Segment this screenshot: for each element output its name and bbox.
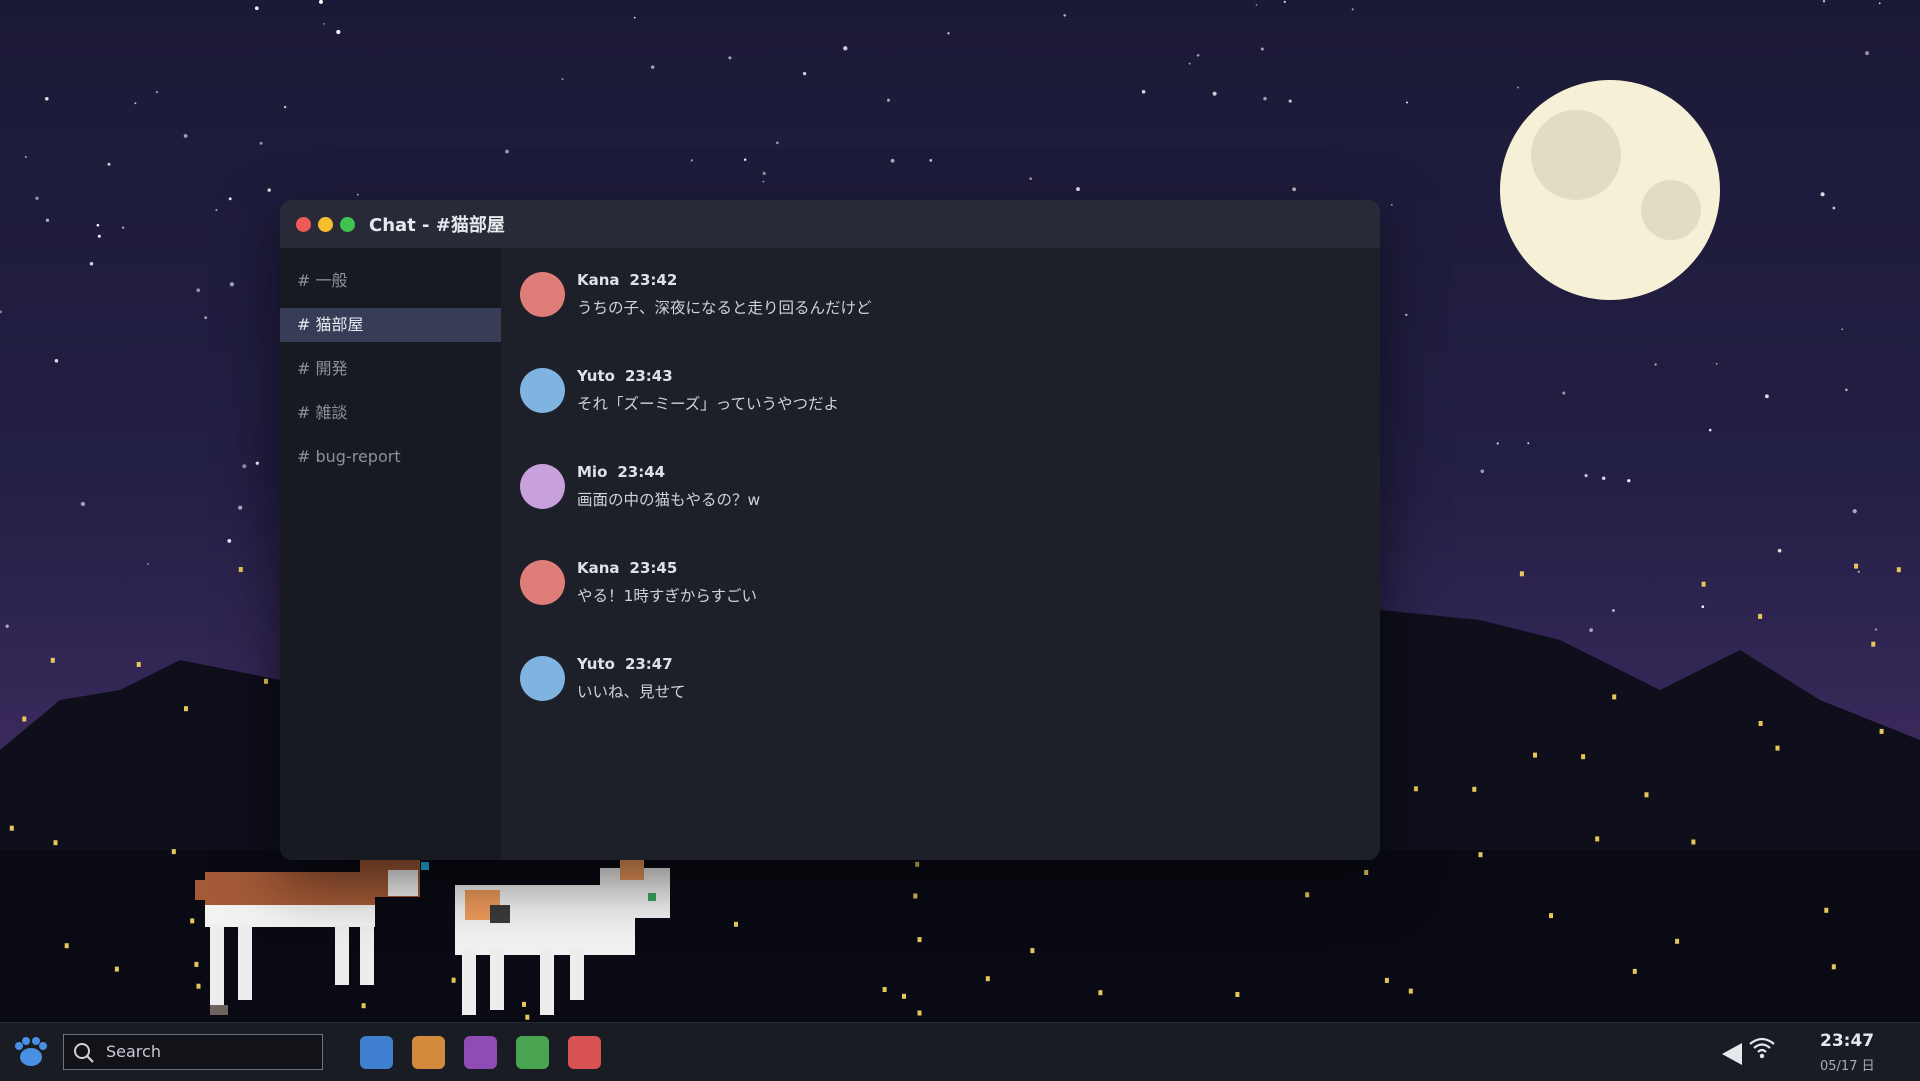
taskbar-app-red[interactable] — [568, 1036, 601, 1069]
message-time: 23:45 — [629, 559, 678, 577]
search-icon — [74, 1043, 94, 1063]
message-item: Mio 23:44 画面の中の猫もやるの？w — [520, 462, 1380, 558]
taskbar-app-purple[interactable] — [464, 1036, 497, 1069]
message-time: 23:44 — [617, 463, 666, 481]
window-title: Chat - #猫部屋 — [369, 215, 505, 236]
message-author: Mio — [577, 463, 608, 481]
message-text: いいね、見せて — [577, 683, 686, 701]
channel-cat-room[interactable]: # 猫部屋 — [280, 308, 501, 342]
message-text: 画面の中の猫もやるの？w — [577, 491, 761, 509]
taskbar-app-orange[interactable] — [412, 1036, 445, 1069]
paw-icon[interactable] — [14, 1037, 48, 1067]
message-item: Kana 23:45 やる！1時すぎからすごい — [520, 558, 1380, 654]
avatar[interactable] — [520, 464, 565, 509]
search-box[interactable]: Search — [63, 1034, 323, 1070]
clock-time[interactable]: 23:47 — [1820, 1031, 1874, 1051]
volume-icon[interactable] — [1720, 1041, 1744, 1067]
message-item: Kana 23:42 うちの子、深夜になると走り回るんだけど — [520, 270, 1380, 366]
avatar[interactable] — [520, 656, 565, 701]
channel-bug-report[interactable]: # bug-report — [280, 440, 501, 474]
search-placeholder: Search — [106, 1042, 161, 1061]
moon — [1500, 80, 1720, 300]
message-text: うちの子、深夜になると走り回るんだけど — [577, 299, 872, 317]
message-text: やる！1時すぎからすごい — [577, 587, 758, 605]
channel-sidebar: # 一般 # 猫部屋 # 開発 # 雑談 # bug-report — [280, 248, 501, 860]
taskbar-app-green[interactable] — [516, 1036, 549, 1069]
wifi-icon[interactable] — [1748, 1035, 1776, 1061]
avatar[interactable] — [520, 560, 565, 605]
message-author: Yuto — [577, 655, 615, 673]
message-time: 23:42 — [629, 271, 678, 289]
channel-chat[interactable]: # 雑談 — [280, 396, 501, 430]
avatar[interactable] — [520, 368, 565, 413]
minimize-button[interactable] — [318, 216, 333, 232]
message-author: Kana — [577, 559, 620, 577]
message-item: Yuto 23:47 いいね、見せて — [520, 654, 1380, 750]
maximize-button[interactable] — [340, 216, 355, 232]
message-text: それ「ズーミーズ」っていうやつだよ — [577, 395, 839, 413]
message-author: Kana — [577, 271, 620, 289]
channel-dev[interactable]: # 開発 — [280, 352, 501, 386]
channel-general[interactable]: # 一般 — [280, 264, 501, 298]
window-titlebar[interactable]: Chat - #猫部屋 — [280, 200, 1380, 248]
taskbar: Search 23:47 05/17 日 — [0, 1022, 1920, 1081]
message-time: 23:43 — [624, 367, 673, 385]
message-author: Yuto — [577, 367, 615, 385]
chat-window: Chat - #猫部屋 # 一般 # 猫部屋 # 開発 # 雑談 # bug-r… — [280, 200, 1380, 860]
avatar[interactable] — [520, 272, 565, 317]
close-button[interactable] — [296, 216, 311, 232]
message-time: 23:47 — [624, 655, 673, 673]
message-list: Kana 23:42 うちの子、深夜になると走り回るんだけど Yuto 23:43 … — [501, 248, 1380, 860]
clock-date[interactable]: 05/17 日 — [1820, 1055, 1875, 1074]
message-item: Yuto 23:43 それ「ズーミーズ」っていうやつだよ — [520, 366, 1380, 462]
taskbar-app-blue[interactable] — [360, 1036, 393, 1069]
